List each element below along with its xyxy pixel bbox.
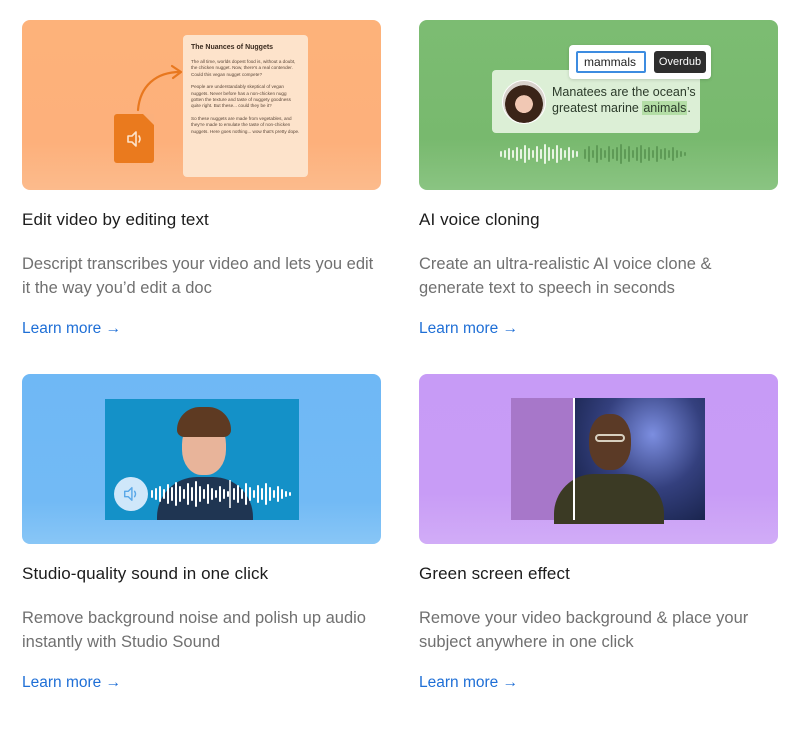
feature-title: Studio-quality sound in one click xyxy=(22,564,269,583)
feature-description: Remove background noise and polish up au… xyxy=(22,609,366,651)
comparison-slider-handle[interactable] xyxy=(573,398,575,520)
highlighted-word: animals xyxy=(642,101,688,115)
replacement-word-input[interactable]: mammals xyxy=(576,51,646,73)
document-paragraph: People are understandably skeptical of v… xyxy=(191,84,291,109)
learn-more-link[interactable]: Learn more → xyxy=(419,320,518,338)
document-paragraph: The all time, worlds dopest food is, wit… xyxy=(191,59,296,77)
overdub-popover: mammals Overdub xyxy=(569,45,711,79)
feature-description: Descript transcribes your video and lets… xyxy=(22,255,374,297)
feature-thumbnail xyxy=(419,374,778,544)
feature-card-green-screen: Green screen effect Remove your video ba… xyxy=(419,374,778,692)
subject-image xyxy=(554,474,664,524)
feature-title: Green screen effect xyxy=(419,564,570,583)
speaker-icon xyxy=(114,477,148,511)
feature-title: Edit video by editing text xyxy=(22,210,209,229)
feature-card-studio-sound: Studio-quality sound in one click Remove… xyxy=(22,374,381,692)
transcript-bubble: Manatees are the ocean’s greatest marine… xyxy=(492,70,700,133)
learn-more-link[interactable]: Learn more → xyxy=(419,674,518,692)
learn-more-link[interactable]: Learn more → xyxy=(22,320,121,338)
feature-description: Remove your video background & place you… xyxy=(419,609,749,651)
feature-thumbnail: The Nuances of Nuggets The all time, wor… xyxy=(22,20,381,190)
glasses-icon xyxy=(595,434,625,442)
feature-card-voice-cloning: Manatees are the ocean’s greatest marine… xyxy=(419,20,778,338)
feature-card-edit-video: The Nuances of Nuggets The all time, wor… xyxy=(22,20,381,338)
document-title: The Nuances of Nuggets xyxy=(191,44,274,51)
overdub-button[interactable]: Overdub xyxy=(654,51,706,73)
curved-arrow-icon xyxy=(136,64,183,112)
audio-file-icon xyxy=(114,114,154,163)
transcript-sentence: Manatees are the ocean’s greatest marine… xyxy=(552,85,696,115)
feature-title: AI voice cloning xyxy=(419,210,540,229)
document-paragraph: So these nuggets are made from vegetable… xyxy=(191,115,300,134)
feature-thumbnail xyxy=(22,374,381,544)
waveform-icon xyxy=(500,144,686,164)
transcript-document: The Nuances of Nuggets The all time, wor… xyxy=(183,35,308,177)
speaker-avatar xyxy=(502,80,546,124)
feature-description: Create an ultra-realistic AI voice clone… xyxy=(419,255,712,297)
waveform-icon xyxy=(151,480,291,508)
feature-thumbnail: Manatees are the ocean’s greatest marine… xyxy=(419,20,778,190)
learn-more-link[interactable]: Learn more → xyxy=(22,674,121,692)
